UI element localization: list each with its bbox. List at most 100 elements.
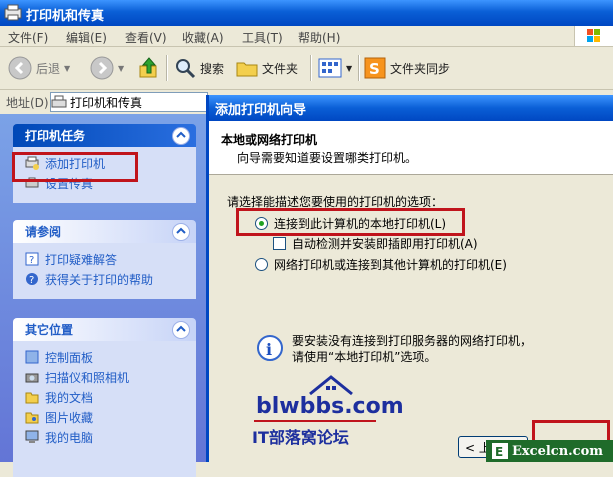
see-also-title: 请参阅: [25, 225, 62, 239]
toolbar: 后退 ▼ ▼ 搜索 文件夹 ▼ S 文件夹同步: [0, 47, 613, 90]
toolbar-separator: [166, 55, 168, 81]
control-panel-icon: [25, 350, 39, 364]
address-label: 地址(D): [6, 96, 49, 110]
my-computer-link[interactable]: 我的电脑: [13, 427, 196, 447]
highlight-add-printer: [12, 152, 138, 182]
address-value: 打印机和传真: [70, 95, 143, 110]
highlight-local-printer: [236, 208, 465, 236]
search-label: 搜索: [200, 61, 225, 76]
excelcn-text: Excelcn.com: [512, 443, 604, 459]
other-places-header[interactable]: 其它位置: [13, 318, 196, 341]
back-dropdown-icon: ▼: [64, 63, 71, 73]
forward-button[interactable]: ▼: [90, 55, 124, 81]
other-places-title: 其它位置: [25, 323, 74, 337]
views-dropdown-icon: ▼: [346, 63, 353, 73]
help-icon: ?: [26, 273, 38, 286]
my-documents-label: 我的文档: [45, 390, 94, 405]
svg-text:S: S: [369, 60, 380, 78]
address-input[interactable]: 打印机和传真: [50, 92, 208, 112]
excelcn-badge: E Excelcn.com: [486, 440, 613, 462]
help-book-icon: ?: [25, 252, 39, 266]
svg-text:?: ?: [29, 275, 34, 286]
menu-tools[interactable]: 工具(T): [242, 29, 283, 46]
printing-help-link[interactable]: ? 获得关于打印的帮助: [13, 269, 196, 289]
camera-icon: [25, 373, 39, 383]
computer-icon: [25, 430, 39, 443]
up-folder-button[interactable]: [138, 55, 160, 81]
wizard-info-text: 要安装没有连接到打印服务器的网络打印机， 请使用“本地打印机”选项。: [292, 333, 532, 365]
info-line-1: 要安装没有连接到打印服务器的网络打印机，: [292, 334, 533, 348]
info-icon: i: [257, 335, 283, 364]
wizard-title-bar: 添加打印机向导: [209, 95, 613, 121]
scanners-cameras-label: 扫描仪和照相机: [45, 370, 130, 385]
scanners-cameras-link[interactable]: 扫描仪和照相机: [13, 367, 196, 387]
views-icon: [318, 58, 342, 78]
folder-sync-label: 文件夹同步: [390, 61, 451, 76]
network-printer-radio[interactable]: [255, 258, 268, 271]
network-printer-option[interactable]: 网络打印机或连接到其他计算机的打印机(E): [255, 256, 507, 273]
excel-logo-icon: E: [492, 443, 508, 459]
forward-dropdown-icon: ▼: [118, 63, 125, 73]
windows-logo-icon: [574, 26, 613, 46]
sync-icon: S: [364, 57, 386, 79]
my-computer-label: 我的电脑: [45, 430, 94, 445]
watermark-site: blwbbs.com: [256, 394, 404, 419]
printing-troubleshooter-label: 打印疑难解答: [45, 252, 118, 267]
collapse-chevron-icon[interactable]: [172, 321, 190, 339]
search-button[interactable]: 搜索: [174, 55, 224, 81]
printer-tasks-title: 打印机任务: [25, 129, 86, 143]
collapse-chevron-icon[interactable]: [172, 223, 190, 241]
printer-tasks-header[interactable]: 打印机任务: [13, 124, 196, 147]
back-button[interactable]: 后退 ▼: [8, 55, 70, 81]
wizard-header-title: 本地或网络打印机: [221, 133, 318, 147]
autodetect-label: 自动检测并安装即插即用打印机(A): [292, 237, 478, 251]
folders-button[interactable]: 文件夹: [236, 55, 298, 81]
printer-icon: [51, 95, 67, 108]
svg-text:i: i: [266, 340, 272, 359]
pictures-folder-icon: [25, 412, 39, 424]
folder-icon: [236, 62, 258, 77]
menu-view[interactable]: 查看(V): [125, 29, 167, 46]
svg-text:E: E: [495, 445, 503, 459]
window-title-bar: 打印机和传真: [0, 0, 613, 26]
toolbar-separator: [310, 55, 312, 81]
menu-help[interactable]: 帮助(H): [298, 29, 340, 46]
window-title: 打印机和传真: [26, 9, 105, 24]
folders-label: 文件夹: [262, 61, 299, 76]
menu-file[interactable]: 文件(F): [8, 29, 48, 46]
printing-troubleshooter-link[interactable]: ? 打印疑难解答: [13, 249, 196, 269]
my-pictures-link[interactable]: 图片收藏: [13, 407, 196, 427]
toolbar-separator: [358, 55, 360, 81]
menu-favorites[interactable]: 收藏(A): [182, 29, 224, 46]
printer-folder-icon: [4, 4, 22, 21]
other-places-panel: 其它位置 控制面板 扫描仪和照相机 我的文档 图片收藏 我的电脑: [13, 318, 196, 477]
control-panel-link[interactable]: 控制面板: [13, 347, 196, 367]
control-panel-label: 控制面板: [45, 350, 94, 365]
documents-folder-icon: [25, 392, 39, 404]
autodetect-checkbox[interactable]: [273, 237, 286, 250]
svg-text:?: ?: [29, 255, 34, 266]
views-button[interactable]: ▼: [318, 55, 352, 81]
folder-sync-button[interactable]: S 文件夹同步: [364, 55, 450, 81]
back-arrow-icon: [8, 56, 32, 80]
my-pictures-label: 图片收藏: [45, 410, 94, 425]
autodetect-option[interactable]: 自动检测并安装即插即用打印机(A): [273, 235, 478, 252]
watermark-slogan: IT部落窝论坛: [252, 428, 349, 447]
watermark-divider: [254, 420, 376, 422]
menu-bar: 文件(F) 编辑(E) 查看(V) 收藏(A) 工具(T) 帮助(H): [0, 26, 613, 47]
menu-edit[interactable]: 编辑(E): [66, 29, 107, 46]
collapse-chevron-icon[interactable]: [172, 127, 190, 145]
wizard-header: 本地或网络打印机 向导需要知道要设置哪类打印机。: [209, 121, 613, 175]
forward-arrow-icon: [90, 56, 114, 80]
info-line-2: 请使用“本地打印机”选项。: [292, 350, 437, 364]
my-documents-link[interactable]: 我的文档: [13, 387, 196, 407]
back-label: 后退: [36, 61, 61, 76]
wizard-title: 添加打印机向导: [215, 102, 307, 118]
up-folder-icon: [139, 57, 157, 78]
see-also-panel: 请参阅 ? 打印疑难解答 ? 获得关于打印的帮助: [13, 220, 196, 299]
wizard-header-subtitle: 向导需要知道要设置哪类打印机。: [237, 151, 418, 165]
printing-help-label: 获得关于打印的帮助: [45, 272, 154, 287]
search-icon: [176, 59, 196, 79]
see-also-header[interactable]: 请参阅: [13, 220, 196, 243]
network-printer-label: 网络打印机或连接到其他计算机的打印机(E): [274, 258, 507, 272]
